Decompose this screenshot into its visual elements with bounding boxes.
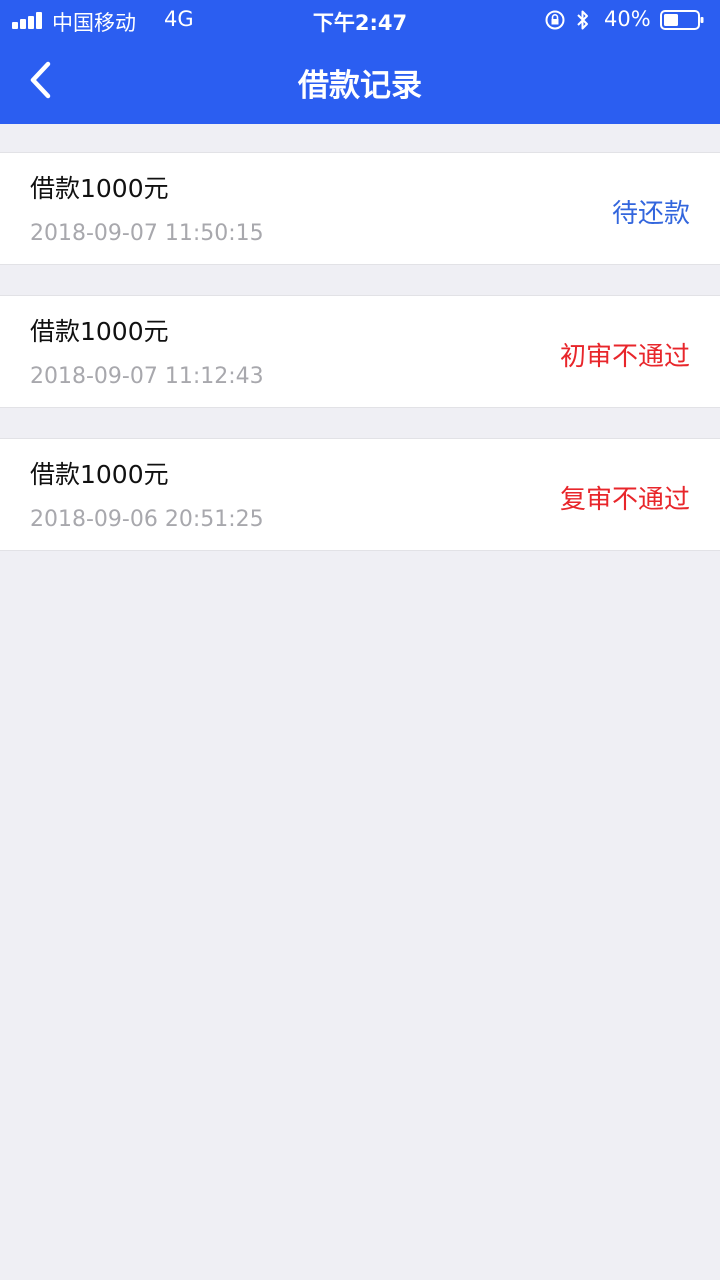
status-bar: 中国移动 4G 下午2:47 40% (0, 0, 720, 40)
battery-icon (660, 10, 704, 30)
nav-bar: 借款记录 (0, 40, 720, 124)
bluetooth-icon (577, 10, 588, 30)
header: 中国移动 4G 下午2:47 40% 借款记录 (0, 0, 720, 124)
record-amount: 借款1000元 (30, 460, 169, 489)
loan-record-item[interactable]: 借款1000元 2018-09-06 20:51:25 复审不通过 (0, 438, 720, 551)
record-amount: 借款1000元 (30, 317, 169, 346)
record-status: 初审不通过 (559, 342, 690, 372)
record-amount: 借款1000元 (30, 174, 169, 203)
record-status: 复审不通过 (559, 485, 690, 515)
loan-record-item[interactable]: 借款1000元 2018-09-07 11:50:15 待还款 (0, 152, 720, 265)
record-time: 2018-09-07 11:50:15 (30, 221, 264, 246)
record-time: 2018-09-07 11:12:43 (30, 364, 264, 389)
record-status: 待还款 (611, 199, 690, 229)
loan-record-list: 借款1000元 2018-09-07 11:50:15 待还款 借款1000元 … (0, 152, 720, 581)
battery-percent: 40% (604, 7, 651, 31)
loan-record-item[interactable]: 借款1000元 2018-09-07 11:12:43 初审不通过 (0, 295, 720, 408)
page-title: 借款记录 (298, 68, 422, 104)
record-time: 2018-09-06 20:51:25 (30, 507, 264, 532)
orientation-lock-icon (545, 10, 565, 30)
